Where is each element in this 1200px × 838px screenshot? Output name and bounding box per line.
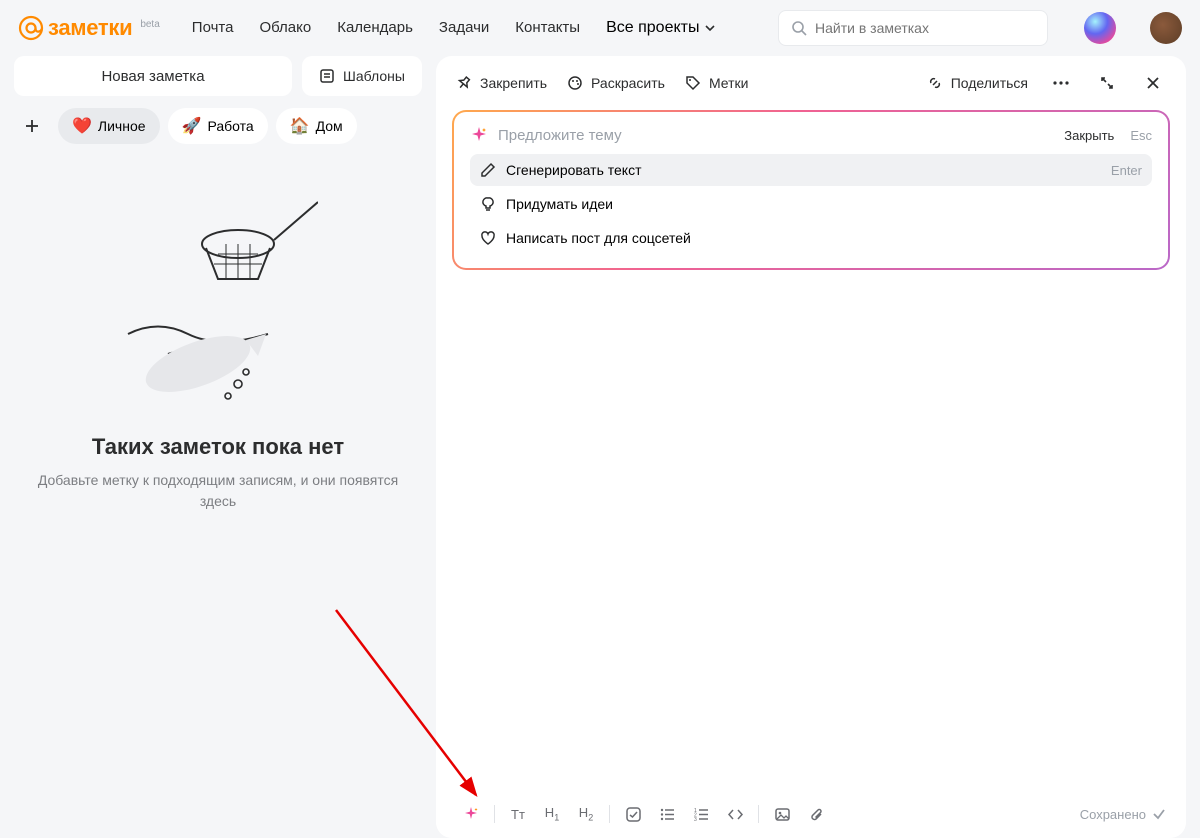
at-icon bbox=[18, 15, 44, 41]
heart-icon: ❤️ bbox=[72, 116, 92, 136]
nav-mail[interactable]: Почта bbox=[192, 19, 234, 37]
bullet-list-button[interactable] bbox=[652, 799, 682, 829]
sparkle-icon bbox=[470, 126, 488, 144]
user-avatar[interactable] bbox=[1150, 12, 1182, 44]
ai-option-ideas[interactable]: Придумать идеи bbox=[470, 188, 1152, 220]
ai-option-social[interactable]: Написать пост для соцсетей bbox=[470, 222, 1152, 254]
tag-home[interactable]: 🏠 Дом bbox=[276, 108, 357, 144]
tag-label: Работа bbox=[207, 118, 253, 134]
editor-panel: Закрепить Раскрасить Метки Поделиться bbox=[436, 56, 1186, 838]
checkbox-button[interactable] bbox=[618, 799, 648, 829]
tag-icon bbox=[685, 75, 701, 91]
svg-text:3: 3 bbox=[694, 817, 697, 822]
nav-calendar[interactable]: Календарь bbox=[337, 19, 413, 37]
expand-icon bbox=[1099, 75, 1115, 91]
pin-icon bbox=[456, 75, 472, 91]
color-button[interactable]: Раскрасить bbox=[567, 75, 665, 91]
palette-icon bbox=[567, 75, 583, 91]
nav-projects[interactable]: Все проекты bbox=[606, 19, 715, 37]
lightbulb-icon bbox=[480, 196, 496, 212]
logo-text: заметки bbox=[48, 15, 132, 41]
image-button[interactable] bbox=[767, 799, 797, 829]
text-style-button[interactable]: Tт bbox=[503, 799, 533, 829]
image-icon bbox=[775, 807, 790, 822]
ai-options: Сгенерировать текст Enter Придумать идеи… bbox=[470, 154, 1152, 254]
logo[interactable]: заметки beta bbox=[18, 15, 160, 41]
templates-button[interactable]: Шаблоны bbox=[302, 56, 422, 96]
close-button[interactable] bbox=[1140, 70, 1166, 96]
ai-prompt-box: Закрыть Esc Сгенерировать текст Enter Пр… bbox=[452, 110, 1170, 270]
saved-status: Сохранено bbox=[1080, 807, 1166, 822]
ai-close-label[interactable]: Закрыть bbox=[1064, 128, 1114, 143]
code-button[interactable] bbox=[720, 799, 750, 829]
more-button[interactable] bbox=[1048, 70, 1074, 96]
tag-label: Дом bbox=[316, 118, 343, 134]
empty-state: Таких заметок пока нет Добавьте метку к … bbox=[14, 184, 422, 512]
empty-subtitle: Добавьте метку к подходящим записям, и о… bbox=[30, 470, 406, 512]
ai-option-generate[interactable]: Сгенерировать текст Enter bbox=[470, 154, 1152, 186]
expand-button[interactable] bbox=[1094, 70, 1120, 96]
add-tag-button[interactable] bbox=[14, 108, 50, 144]
code-icon bbox=[728, 807, 743, 822]
new-note-button[interactable]: Новая заметка bbox=[14, 56, 292, 96]
assistant-orb[interactable] bbox=[1084, 12, 1116, 44]
logo-beta: beta bbox=[140, 19, 159, 30]
tag-work[interactable]: 🚀 Работа bbox=[168, 108, 268, 144]
chevron-down-icon bbox=[705, 23, 715, 33]
top-nav: Почта Облако Календарь Задачи Контакты В… bbox=[192, 19, 716, 37]
nav-contacts[interactable]: Контакты bbox=[515, 19, 580, 37]
heart-outline-icon bbox=[480, 230, 496, 246]
numbered-list-icon: 123 bbox=[694, 807, 709, 822]
house-icon: 🏠 bbox=[290, 116, 310, 136]
top-header: заметки beta Почта Облако Календарь Зада… bbox=[0, 0, 1200, 56]
empty-illustration bbox=[118, 184, 318, 414]
search-icon bbox=[791, 20, 807, 36]
sidebar: Новая заметка Шаблоны ❤️ Личное 🚀 Работа… bbox=[14, 56, 422, 838]
numbered-list-button[interactable]: 123 bbox=[686, 799, 716, 829]
pin-button[interactable]: Закрепить bbox=[456, 75, 547, 91]
sparkle-icon bbox=[463, 806, 479, 822]
close-icon bbox=[1146, 76, 1160, 90]
ellipsis-icon bbox=[1053, 81, 1069, 85]
tags-row: ❤️ Личное 🚀 Работа 🏠 Дом bbox=[14, 108, 422, 144]
link-icon bbox=[927, 75, 943, 91]
search-box[interactable] bbox=[778, 10, 1048, 46]
editor-toolbar: Закрепить Раскрасить Метки Поделиться bbox=[436, 56, 1186, 110]
format-bar: Tт H1 H2 123 Со bbox=[436, 790, 1186, 838]
empty-title: Таких заметок пока нет bbox=[30, 434, 406, 460]
ai-esc-hint: Esc bbox=[1130, 128, 1152, 143]
list-icon bbox=[660, 807, 675, 822]
tag-personal[interactable]: ❤️ Личное bbox=[58, 108, 160, 144]
h1-button[interactable]: H1 bbox=[537, 799, 567, 829]
rocket-icon: 🚀 bbox=[182, 116, 202, 136]
paperclip-icon bbox=[809, 807, 824, 822]
plus-icon bbox=[24, 118, 40, 134]
nav-tasks[interactable]: Задачи bbox=[439, 19, 489, 37]
attachment-button[interactable] bbox=[801, 799, 831, 829]
checkbox-icon bbox=[626, 807, 641, 822]
search-input[interactable] bbox=[815, 20, 1035, 36]
tags-button[interactable]: Метки bbox=[685, 75, 749, 91]
template-icon bbox=[319, 68, 335, 84]
nav-cloud[interactable]: Облако bbox=[259, 19, 311, 37]
tag-label: Личное bbox=[98, 118, 146, 134]
h2-button[interactable]: H2 bbox=[571, 799, 601, 829]
check-icon bbox=[1152, 807, 1166, 821]
share-button[interactable]: Поделиться bbox=[927, 75, 1028, 91]
pencil-icon bbox=[480, 162, 496, 178]
ai-format-button[interactable] bbox=[456, 799, 486, 829]
ai-prompt-input[interactable] bbox=[498, 127, 1054, 144]
